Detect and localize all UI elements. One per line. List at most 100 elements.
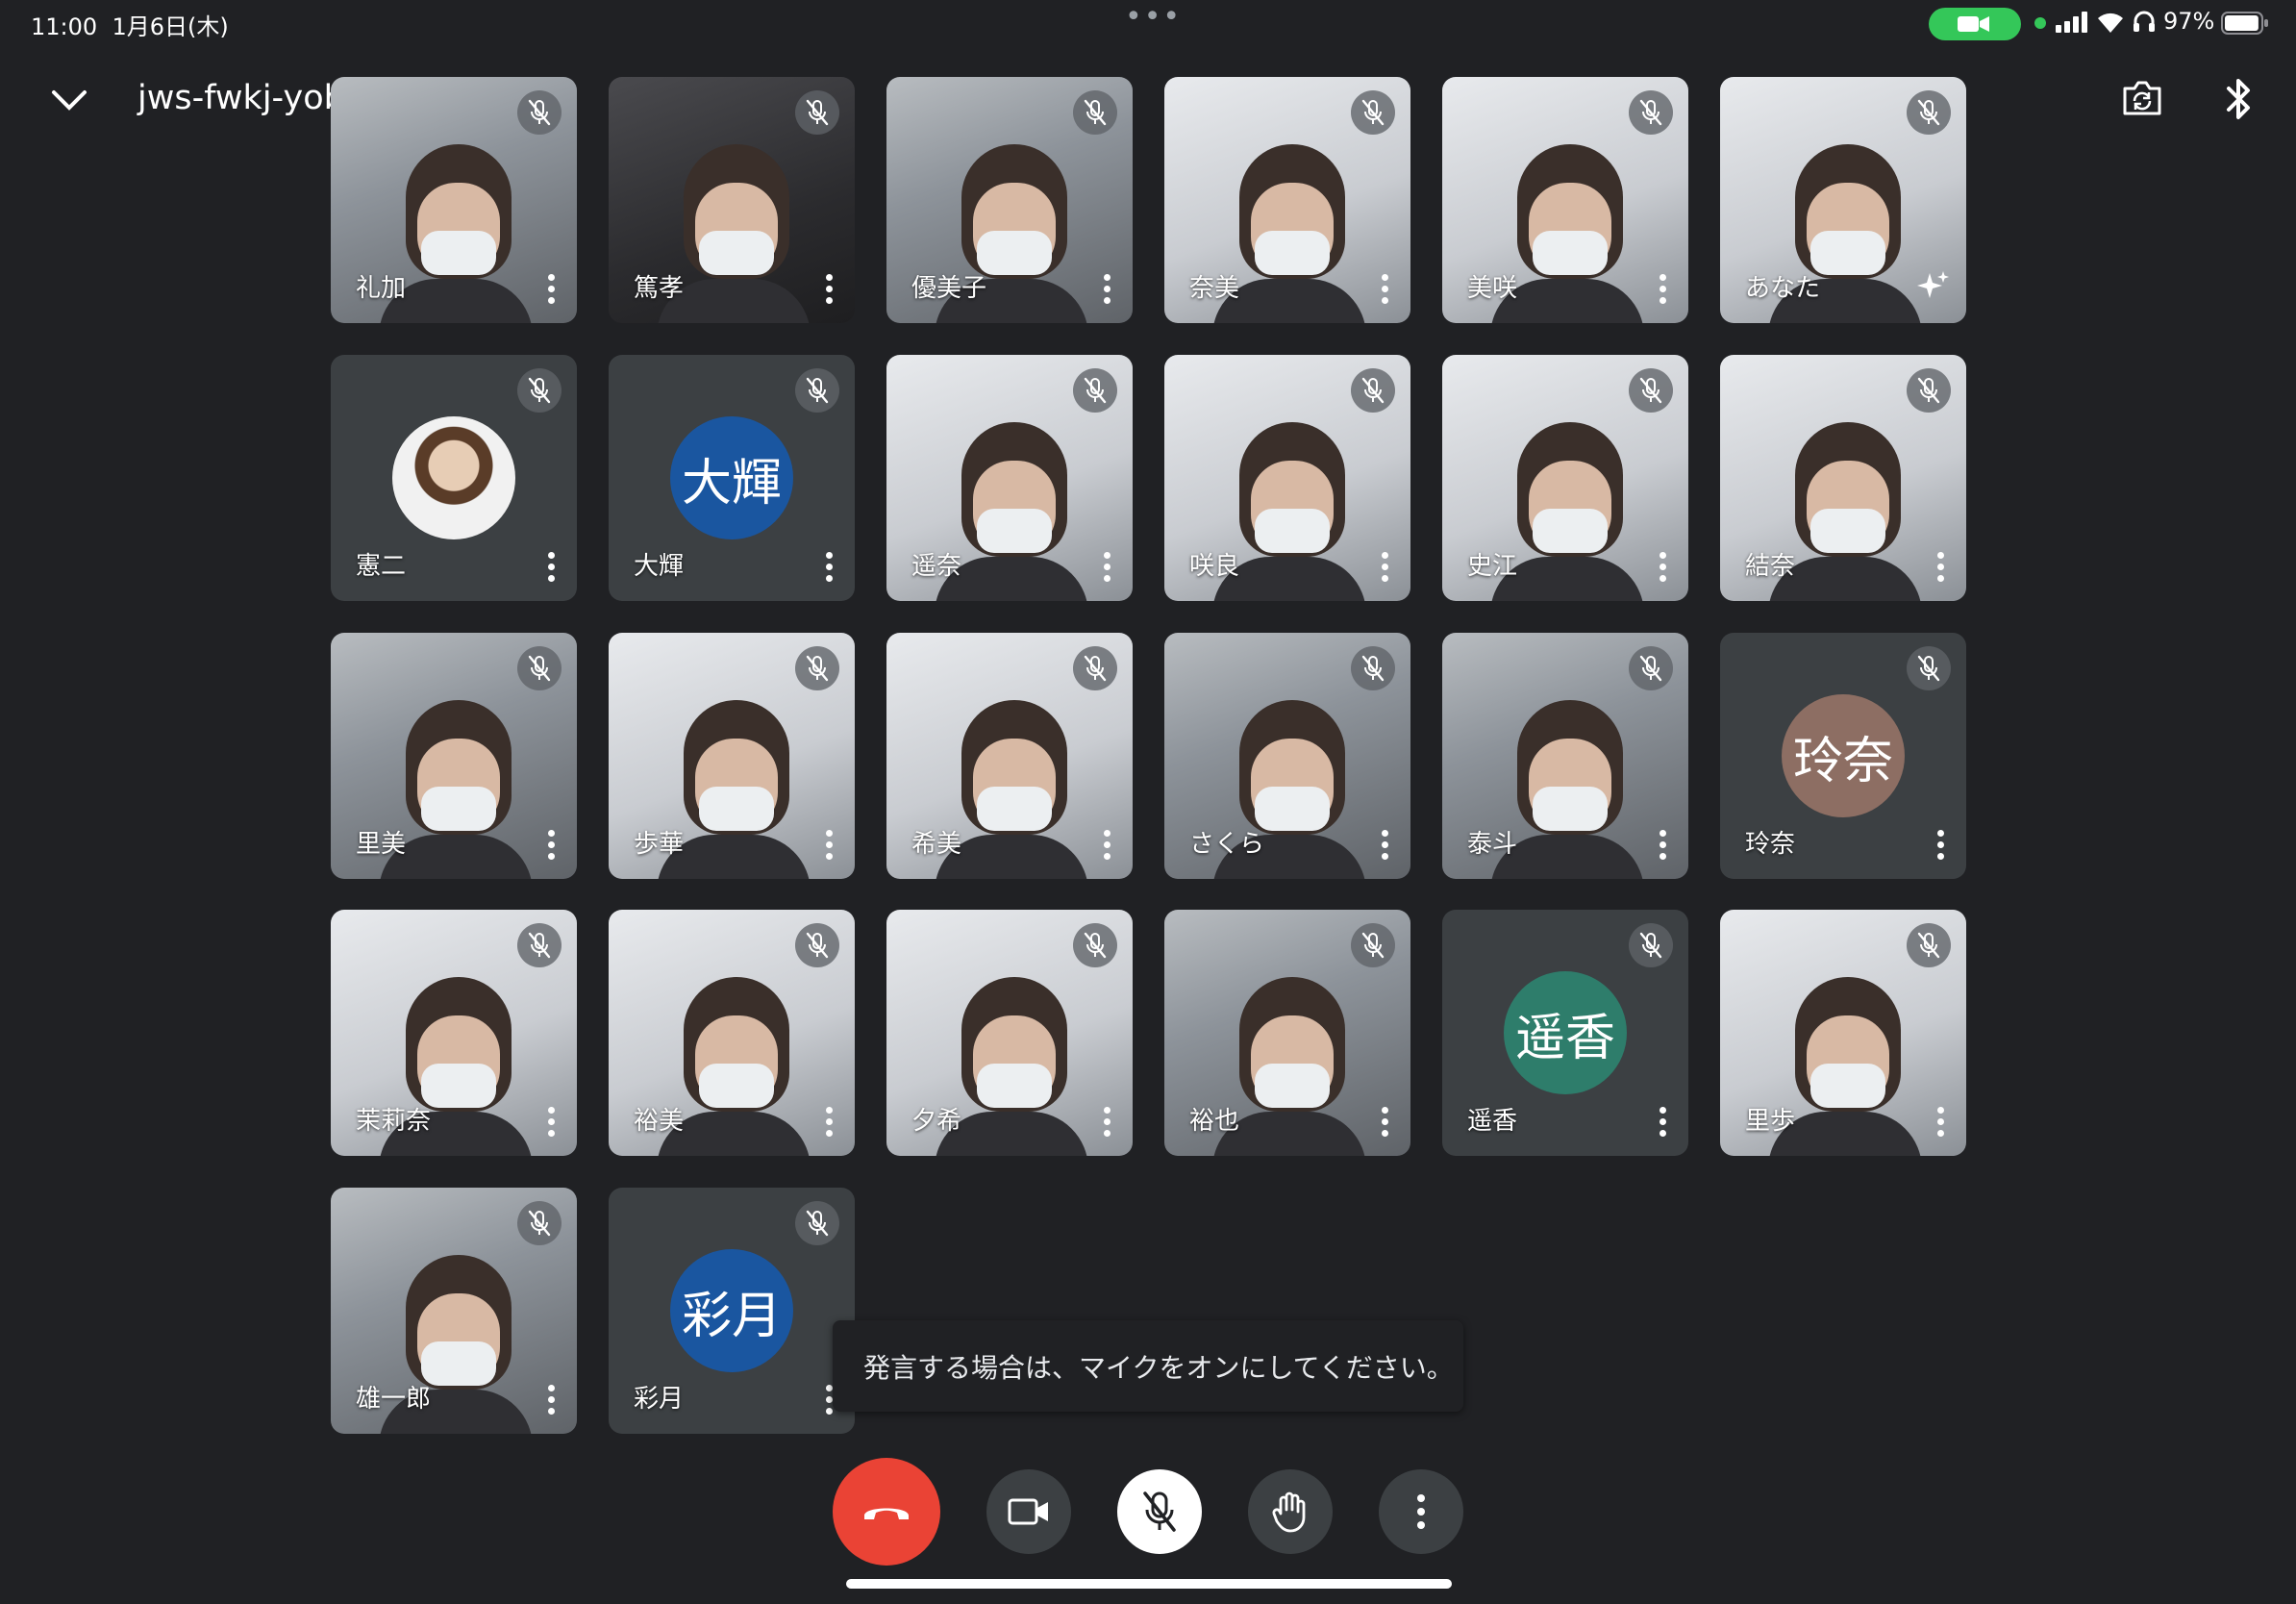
chevron-down-icon[interactable] xyxy=(50,85,88,113)
participant-tile[interactable]: 裕也 xyxy=(1164,910,1410,1156)
tile-more-options-icon[interactable] xyxy=(1928,1100,1953,1142)
participant-tile[interactable]: 結奈 xyxy=(1720,355,1966,601)
participant-name: 里歩 xyxy=(1745,1107,1796,1136)
participant-name: 泰斗 xyxy=(1467,830,1518,859)
status-date: 1月6日(木) xyxy=(112,13,229,40)
tile-more-options-icon[interactable] xyxy=(1094,267,1119,310)
participant-tile[interactable]: 雄一郎 xyxy=(331,1188,577,1434)
camera-in-use-indicator[interactable] xyxy=(1929,8,2021,40)
participant-name: さくら xyxy=(1189,830,1265,859)
tile-more-options-icon[interactable] xyxy=(538,823,563,865)
switch-camera-icon[interactable] xyxy=(2121,79,2163,117)
participant-tile[interactable]: さくら xyxy=(1164,633,1410,879)
tile-more-options-icon[interactable] xyxy=(816,823,841,865)
participant-name: 咲良 xyxy=(1189,552,1240,581)
participant-tile[interactable]: 憲二 xyxy=(331,355,577,601)
participant-tile[interactable]: 咲良 xyxy=(1164,355,1410,601)
participant-tile[interactable]: 奈美 xyxy=(1164,77,1410,323)
participant-name: 夕希 xyxy=(911,1107,962,1136)
muted-mic-icon xyxy=(1073,90,1117,135)
tile-more-options-icon[interactable] xyxy=(1094,1100,1119,1142)
participant-tile[interactable]: 彩月 彩月 xyxy=(609,1188,855,1434)
battery-icon xyxy=(2221,12,2268,35)
tile-more-options-icon[interactable] xyxy=(816,267,841,310)
multitasking-dots-icon[interactable]: ••• xyxy=(1125,0,1182,34)
participant-name: 玲奈 xyxy=(1745,830,1796,859)
muted-mic-icon xyxy=(1351,90,1395,135)
participant-tile[interactable]: あなた xyxy=(1720,77,1966,323)
tile-more-options-icon[interactable] xyxy=(1372,545,1397,588)
participant-tile[interactable]: 玲奈 玲奈 xyxy=(1720,633,1966,879)
participant-tile[interactable]: 篤孝 xyxy=(609,77,855,323)
mic-off-icon xyxy=(1143,1491,1176,1532)
participant-tile[interactable]: 裕美 xyxy=(609,910,855,1156)
participant-tile[interactable]: 希美 xyxy=(886,633,1133,879)
tile-more-options-icon[interactable] xyxy=(1094,545,1119,588)
effects-sparkle-icon[interactable] xyxy=(1916,269,1951,308)
participant-tile[interactable]: 優美子 xyxy=(886,77,1133,323)
more-options-button[interactable] xyxy=(1379,1469,1463,1554)
initials-avatar: 遥香 xyxy=(1504,971,1627,1094)
tile-more-options-icon[interactable] xyxy=(1372,1100,1397,1142)
participant-tile[interactable]: 歩華 xyxy=(609,633,855,879)
headphones-icon xyxy=(2134,11,2155,32)
muted-mic-icon xyxy=(795,646,839,690)
muted-mic-icon xyxy=(1907,90,1951,135)
initials-avatar: 彩月 xyxy=(670,1249,793,1372)
tile-more-options-icon[interactable] xyxy=(1928,545,1953,588)
participant-mask xyxy=(699,231,774,275)
tile-more-options-icon[interactable] xyxy=(538,1378,563,1420)
participant-mask xyxy=(1255,509,1330,553)
microphone-toggle-button[interactable] xyxy=(1117,1469,1202,1554)
bluetooth-icon[interactable] xyxy=(2225,77,2254,121)
tile-more-options-icon[interactable] xyxy=(1650,545,1675,588)
participant-tile[interactable]: 里歩 xyxy=(1720,910,1966,1156)
raise-hand-button[interactable] xyxy=(1248,1469,1333,1554)
tile-more-options-icon[interactable] xyxy=(816,1100,841,1142)
tile-more-options-icon[interactable] xyxy=(816,545,841,588)
participant-mask xyxy=(1255,787,1330,831)
muted-mic-icon xyxy=(1907,368,1951,413)
participant-mask xyxy=(1533,787,1608,831)
participant-tile[interactable]: 史江 xyxy=(1442,355,1688,601)
muted-mic-icon xyxy=(1629,368,1673,413)
muted-mic-icon xyxy=(517,1201,562,1245)
participant-mask xyxy=(1255,231,1330,275)
participant-tile[interactable]: 美咲 xyxy=(1442,77,1688,323)
tile-more-options-icon[interactable] xyxy=(1372,823,1397,865)
participant-name: 礼加 xyxy=(356,274,407,303)
muted-mic-icon xyxy=(1629,646,1673,690)
camera-toggle-button[interactable] xyxy=(986,1469,1071,1554)
meeting-code[interactable]: jws-fwkj-yob xyxy=(137,79,345,117)
tile-more-options-icon[interactable] xyxy=(538,267,563,310)
tile-more-options-icon[interactable] xyxy=(1372,267,1397,310)
participant-tile[interactable]: 夕希 xyxy=(886,910,1133,1156)
participant-tile[interactable]: 里美 xyxy=(331,633,577,879)
home-indicator[interactable] xyxy=(846,1579,1452,1589)
participant-tile[interactable]: 礼加 xyxy=(331,77,577,323)
signal-icon xyxy=(2056,12,2087,33)
tile-more-options-icon[interactable] xyxy=(538,1100,563,1142)
muted-mic-icon xyxy=(1907,646,1951,690)
participant-tile[interactable]: 泰斗 xyxy=(1442,633,1688,879)
tile-more-options-icon[interactable] xyxy=(1650,1100,1675,1142)
tile-more-options-icon[interactable] xyxy=(538,545,563,588)
participant-name: 裕美 xyxy=(634,1107,685,1136)
participant-mask xyxy=(1533,231,1608,275)
muted-mic-icon xyxy=(1907,923,1951,967)
participant-tile[interactable]: 茉莉奈 xyxy=(331,910,577,1156)
participant-tile[interactable]: 遥香 遥香 xyxy=(1442,910,1688,1156)
tile-more-options-icon[interactable] xyxy=(1094,823,1119,865)
tile-more-options-icon[interactable] xyxy=(1650,823,1675,865)
participant-name: あなた xyxy=(1745,274,1821,303)
participant-tile[interactable]: 遥奈 xyxy=(886,355,1133,601)
participant-tile[interactable]: 大輝 大輝 xyxy=(609,355,855,601)
end-call-button[interactable] xyxy=(833,1458,940,1566)
participant-mask xyxy=(977,787,1052,831)
participant-name: 結奈 xyxy=(1745,552,1796,581)
tile-more-options-icon[interactable] xyxy=(1928,823,1953,865)
participant-mask xyxy=(421,231,496,275)
muted-mic-icon xyxy=(517,368,562,413)
muted-mic-icon xyxy=(1351,923,1395,967)
tile-more-options-icon[interactable] xyxy=(1650,267,1675,310)
